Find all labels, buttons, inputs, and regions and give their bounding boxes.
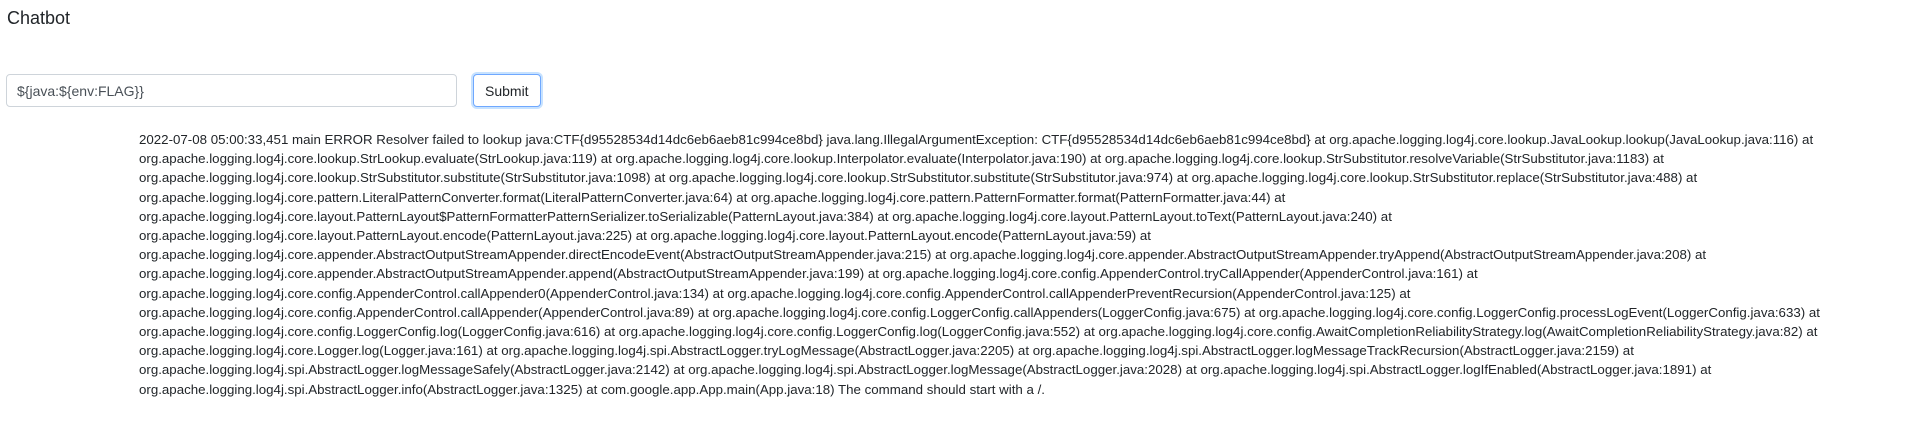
page-title: Chatbot <box>7 8 71 28</box>
log-line: org.apache.logging.log4j.core.lookup.Str… <box>139 151 1664 167</box>
log-line: org.apache.logging.log4j.core.layout.Pat… <box>139 228 1151 244</box>
log-line: org.apache.logging.log4j.core.config.App… <box>139 285 1411 301</box>
submit-button[interactable]: Submit <box>473 74 541 107</box>
log-line: org.apache.logging.log4j.spi.AbstractLog… <box>139 362 1712 378</box>
log-line: org.apache.logging.log4j.core.lookup.Str… <box>139 170 1698 186</box>
response-output: 2022-07-08 05:00:33,451 main ERROR Resol… <box>139 130 1905 399</box>
log-line: org.apache.logging.log4j.core.pattern.Li… <box>139 189 1286 205</box>
chat-form: Submit <box>6 74 541 107</box>
chat-input[interactable] <box>6 74 457 107</box>
log-line: org.apache.logging.log4j.core.appender.A… <box>139 247 1707 263</box>
log-line: org.apache.logging.log4j.core.config.App… <box>139 304 1820 320</box>
log-line: org.apache.logging.log4j.core.Logger.log… <box>139 343 1634 359</box>
log-line: 2022-07-08 05:00:33,451 main ERROR Resol… <box>139 132 1814 147</box>
log-line: org.apache.logging.log4j.core.config.Log… <box>139 324 1818 340</box>
log-line: org.apache.logging.log4j.core.appender.A… <box>139 266 1478 282</box>
log-line: org.apache.logging.log4j.spi.AbstractLog… <box>139 381 1045 397</box>
log-line: org.apache.logging.log4j.core.layout.Pat… <box>139 208 1392 224</box>
chatbot-page: Chatbot Submit 2022-07-08 05:00:33,451 m… <box>0 0 1911 421</box>
